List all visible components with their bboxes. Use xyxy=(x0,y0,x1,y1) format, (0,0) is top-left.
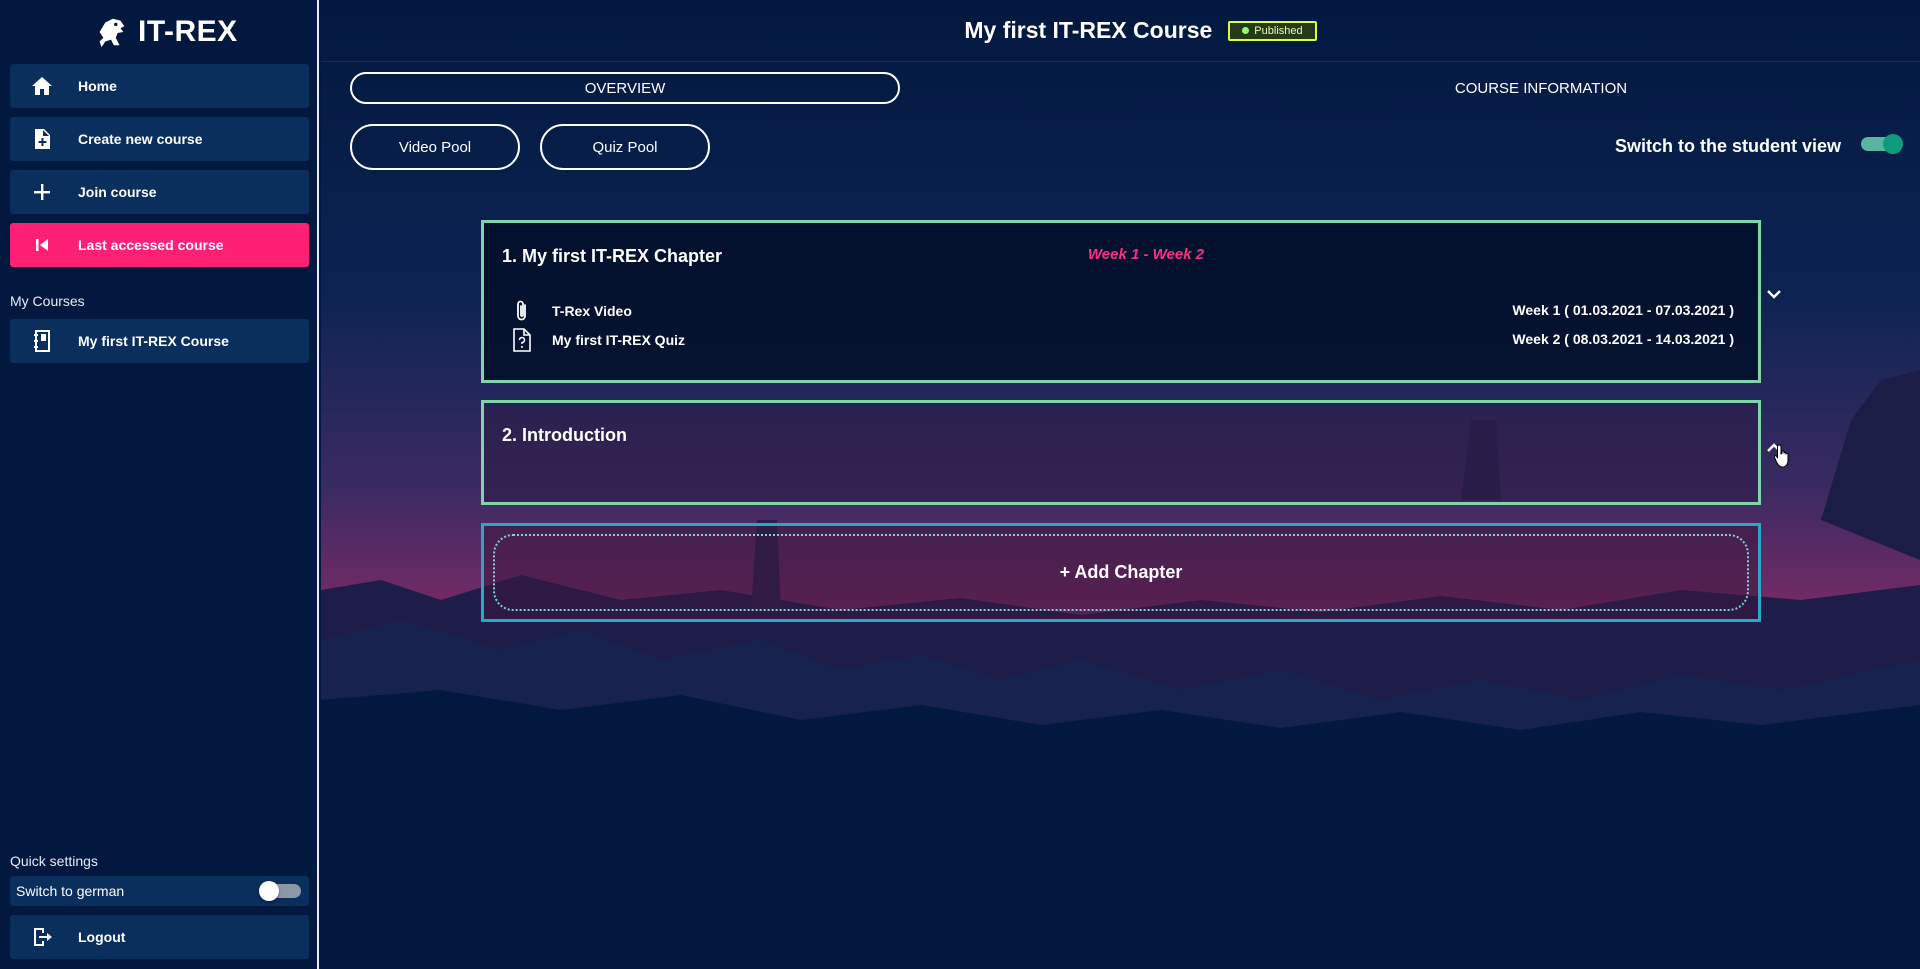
my-courses-heading: My Courses xyxy=(10,293,85,309)
chapter-card[interactable]: 1. My first IT-REX Chapter Week 1 - Week… xyxy=(481,220,1761,383)
sidebar: IT-REX Home Create new course Join cours… xyxy=(0,0,319,969)
tab-course-information[interactable]: COURSE INFORMATION xyxy=(1391,72,1691,104)
notebook-icon xyxy=(20,329,64,353)
quick-settings-heading: Quick settings xyxy=(10,853,98,869)
nav-join-course[interactable]: Join course xyxy=(10,170,309,214)
add-chapter-card: + Add Chapter xyxy=(481,523,1761,622)
nav-last-accessed[interactable]: Last accessed course xyxy=(10,223,309,267)
content-item-date: Week 1 ( 01.03.2021 - 07.03.2021 ) xyxy=(1512,302,1734,318)
tab-overview[interactable]: OVERVIEW xyxy=(350,72,900,104)
plus-icon xyxy=(20,180,64,204)
student-view-toggle[interactable] xyxy=(1861,134,1903,154)
content-item-label: T-Rex Video xyxy=(552,303,632,319)
student-view-label: Switch to the student view xyxy=(1615,136,1842,156)
status-badge-label: Published xyxy=(1254,24,1303,37)
content-item[interactable]: My first IT-REX Quiz xyxy=(512,328,685,352)
nav-home[interactable]: Home xyxy=(10,64,309,108)
chevron-down-icon[interactable] xyxy=(1765,287,1785,301)
german-toggle-row: Switch to german xyxy=(10,876,309,906)
logout-icon xyxy=(20,925,64,949)
app-logo[interactable]: IT-REX xyxy=(92,10,238,54)
quiz-pool-button[interactable]: Quiz Pool xyxy=(540,124,710,170)
file-plus-icon xyxy=(20,127,64,151)
content-item-label: My first IT-REX Quiz xyxy=(552,332,686,348)
app-name: IT-REX xyxy=(138,15,238,48)
logout-label: Logout xyxy=(78,929,126,945)
content-item-date: Week 2 ( 08.03.2021 - 14.03.2021 ) xyxy=(1512,331,1734,347)
status-badge: Published xyxy=(1228,20,1317,41)
nav-create-course[interactable]: Create new course xyxy=(10,117,309,161)
nav-join-course-label: Join course xyxy=(78,184,157,200)
add-chapter-button[interactable]: + Add Chapter xyxy=(493,534,1749,611)
skip-back-icon xyxy=(20,233,64,257)
paperclip-icon xyxy=(517,300,526,321)
quiz-file-icon xyxy=(513,328,531,352)
nav-home-label: Home xyxy=(78,78,117,94)
german-toggle-switch[interactable] xyxy=(259,881,301,901)
chapter-title: 2. Introduction xyxy=(502,425,627,445)
main-content: My first IT-REX Course Published OVERVIE… xyxy=(321,0,1920,969)
content-item[interactable]: T-Rex Video xyxy=(512,299,632,323)
hand-cursor-icon xyxy=(1773,444,1789,468)
header-bar: My first IT-REX Course Published xyxy=(321,0,1920,62)
course-item-label: My first IT-REX Course xyxy=(78,333,229,349)
nav-last-accessed-label: Last accessed course xyxy=(78,237,224,253)
nav-create-course-label: Create new course xyxy=(78,131,203,147)
course-item[interactable]: My first IT-REX Course xyxy=(10,319,309,363)
video-pool-button[interactable]: Video Pool xyxy=(350,124,520,170)
german-toggle-label: Switch to german xyxy=(16,883,125,899)
course-title: My first IT-REX Course xyxy=(964,17,1213,43)
status-dot-icon xyxy=(1242,27,1250,34)
trex-logo-icon xyxy=(99,18,125,48)
logout-button[interactable]: Logout xyxy=(10,915,309,959)
chapter-weeks: Week 1 - Week 2 xyxy=(1087,246,1205,263)
chapter-card[interactable]: 2. Introduction xyxy=(481,400,1761,505)
home-icon xyxy=(20,74,64,98)
